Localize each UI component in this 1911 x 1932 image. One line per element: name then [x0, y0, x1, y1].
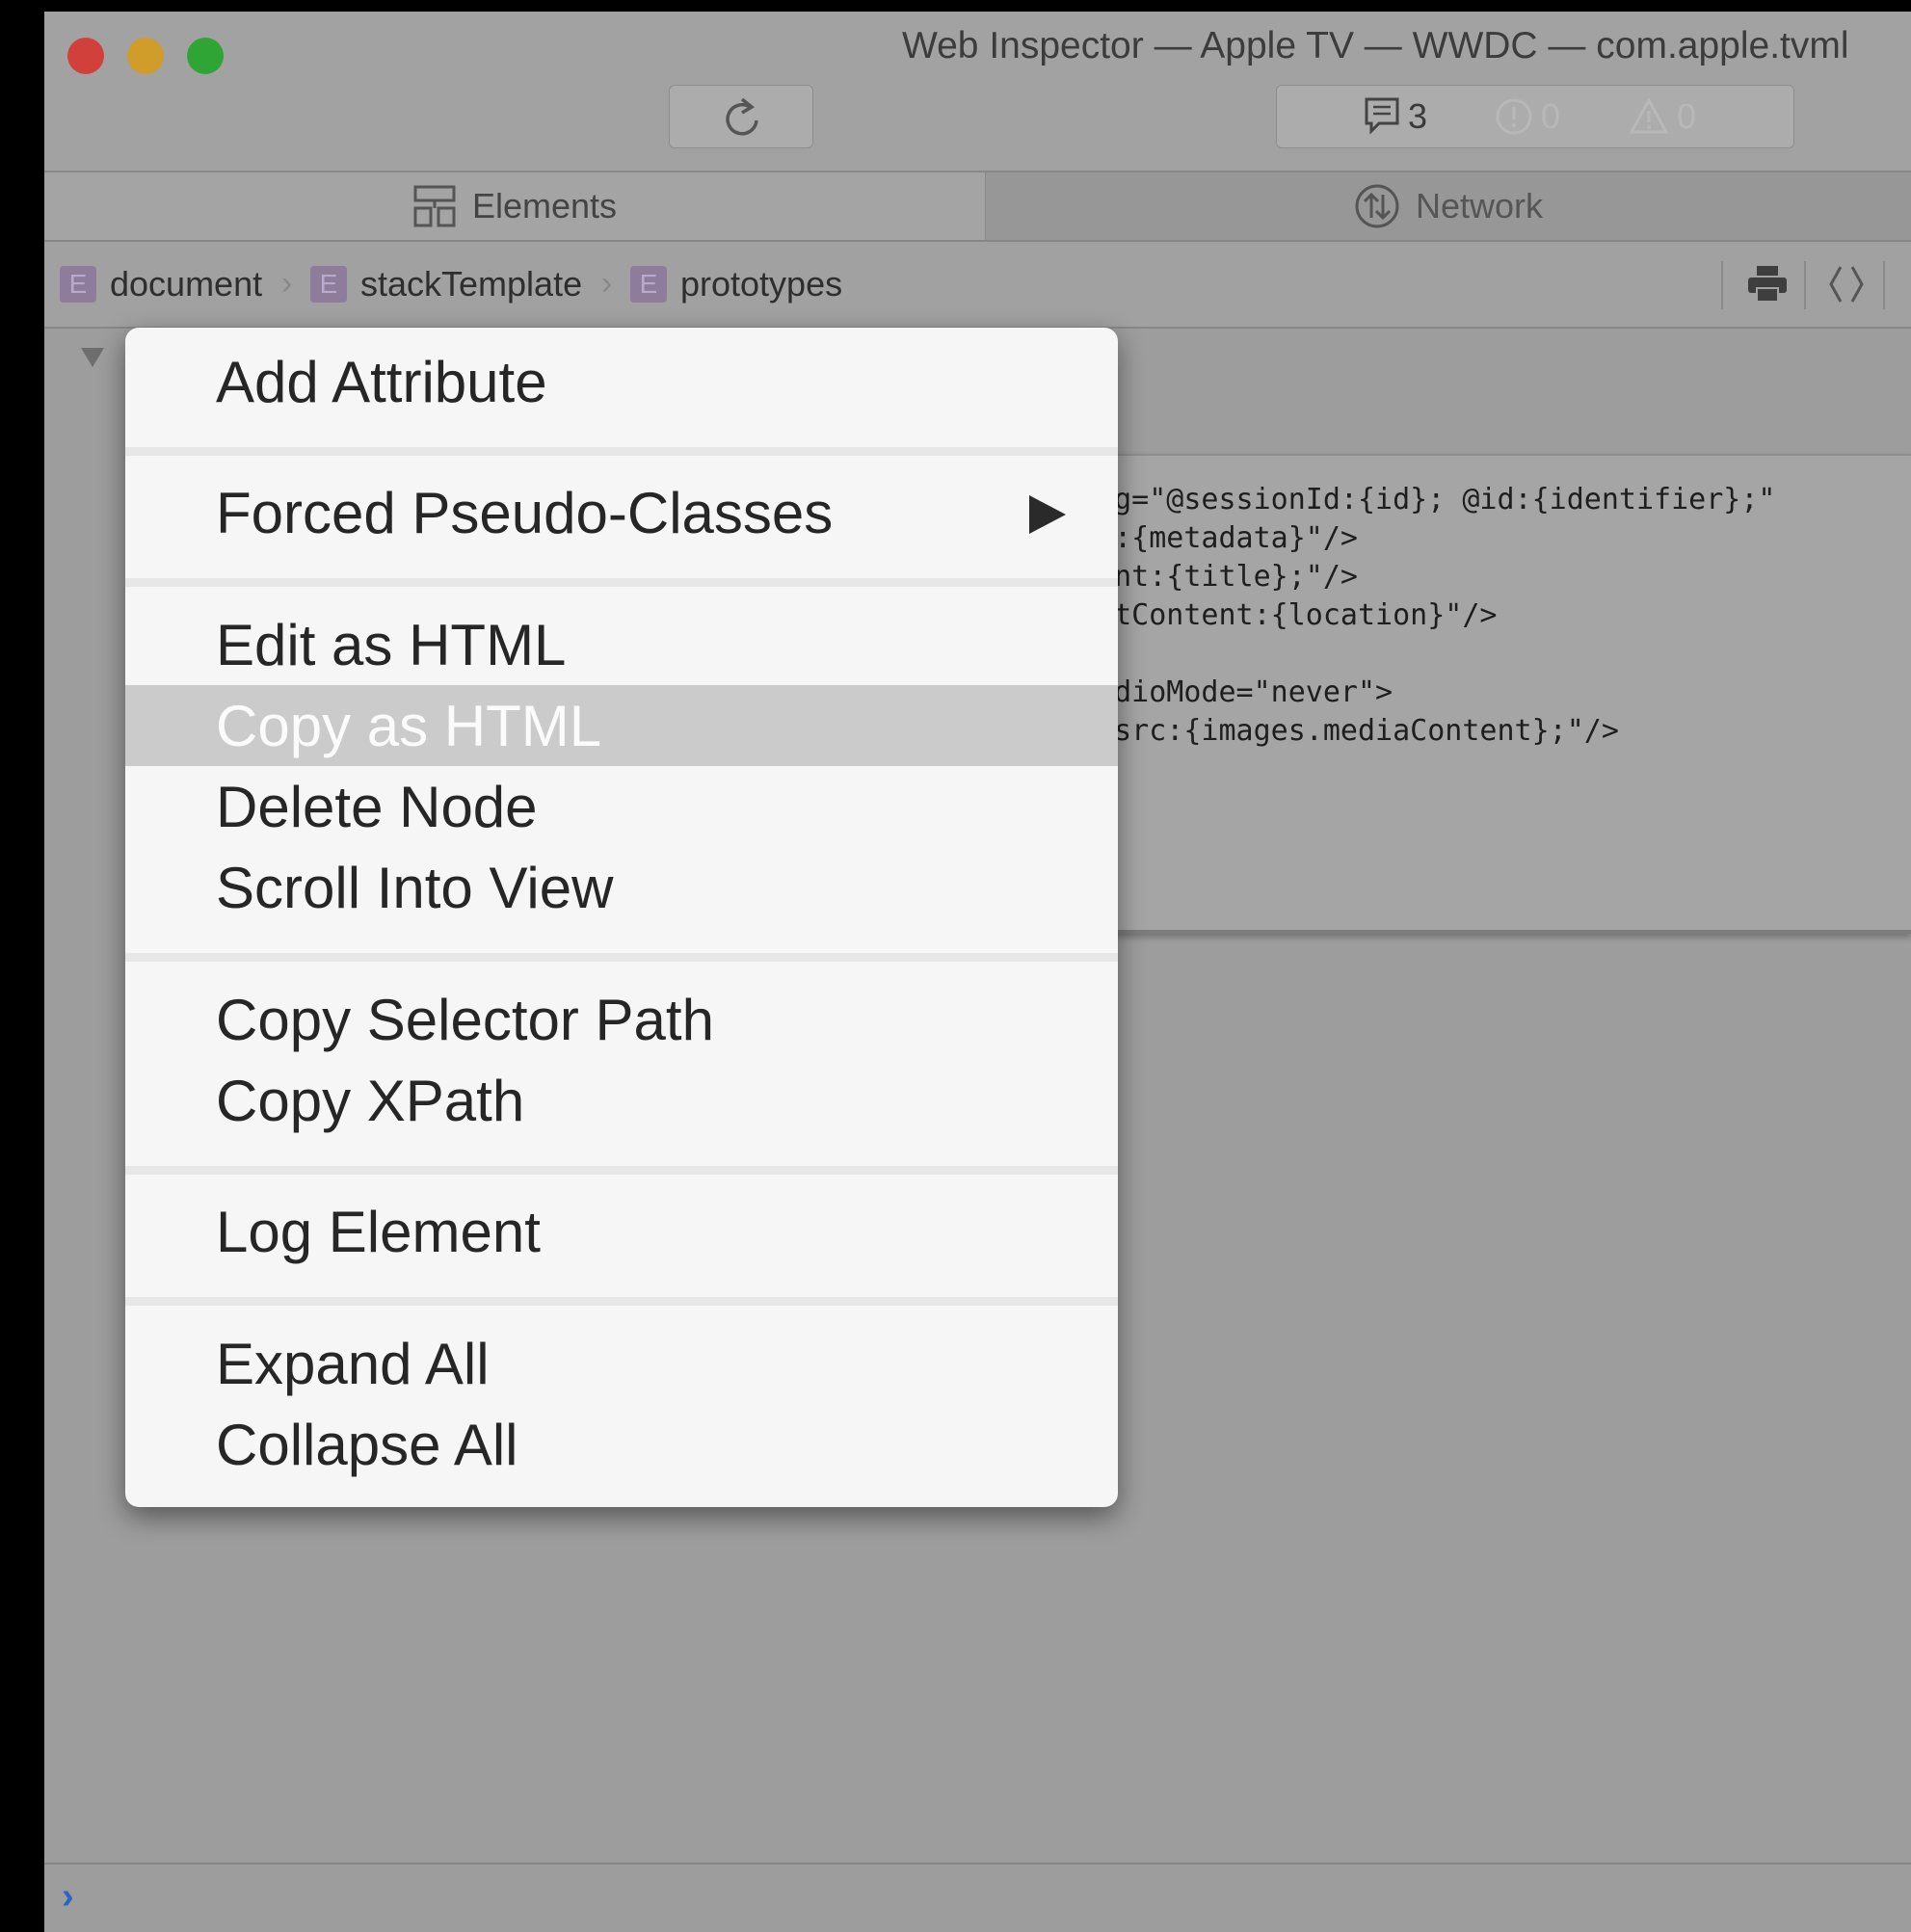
- tab-elements[interactable]: Elements: [44, 172, 986, 240]
- dom-source-panel: ing="@sessionId:{id}; @id:{identifier};"…: [1066, 454, 1911, 934]
- tab-network[interactable]: Network: [986, 172, 1911, 240]
- breadcrumb-separator-icon: ›: [601, 265, 613, 302]
- network-icon: [1355, 184, 1399, 228]
- reload-button[interactable]: [669, 85, 813, 148]
- breadcrumb-label: document: [110, 264, 263, 304]
- breadcrumb-item-stacktemplate[interactable]: E stackTemplate: [310, 263, 582, 305]
- messages-indicator[interactable]: 3: [1364, 93, 1427, 140]
- errors-indicator[interactable]: 0: [1495, 93, 1560, 140]
- menu-separator: [125, 953, 1118, 962]
- breadcrumb-label: prototypes: [680, 264, 843, 304]
- menu-item-forced-pseudo-classes[interactable]: Forced Pseudo-Classes: [125, 472, 1118, 553]
- toolbar-divider: [1804, 261, 1806, 309]
- menu-separator: [125, 1297, 1118, 1306]
- element-badge-icon: E: [630, 266, 667, 303]
- tab-elements-label: Elements: [471, 186, 618, 225]
- window-title: Web Inspector — Apple TV — WWDC — com.ap…: [902, 25, 1849, 66]
- menu-item-label: Forced Pseudo-Classes: [216, 480, 834, 545]
- menu-item-add-attribute[interactable]: Add Attribute: [125, 341, 1118, 422]
- menu-item-delete-node[interactable]: Delete Node: [125, 766, 1118, 847]
- warning-icon: [1629, 97, 1669, 134]
- close-window-button[interactable]: [67, 38, 104, 74]
- menu-item-edit-as-html[interactable]: Edit as HTML: [125, 604, 1118, 685]
- console-status-indicators: 3 0 0: [1276, 85, 1794, 148]
- code-line: "@src:{images.mediaContent};"/>: [1079, 714, 1619, 748]
- code-line: extContent:{location}"/>: [1079, 598, 1498, 632]
- toolbar-divider: [1721, 261, 1723, 309]
- console-prompt-bar[interactable]: ›: [44, 1863, 1911, 1932]
- tab-network-label: Network: [1415, 186, 1544, 225]
- minimize-window-button[interactable]: [127, 38, 164, 74]
- warnings-indicator[interactable]: 0: [1629, 93, 1696, 140]
- breadcrumb-separator-icon: ›: [281, 265, 293, 302]
- code-line: nt:{metadata}"/>: [1079, 521, 1358, 555]
- title-bar: Web Inspector — Apple TV — WWDC — com.ap…: [44, 12, 1911, 172]
- submenu-arrow-icon: [1029, 495, 1066, 534]
- menu-item-copy-xpath[interactable]: Copy XPath: [125, 1060, 1118, 1141]
- maximize-window-button[interactable]: [187, 38, 224, 74]
- menu-item-expand-all[interactable]: Expand All: [125, 1323, 1118, 1404]
- reload-icon: [726, 97, 758, 136]
- context-menu: Add Attribute Forced Pseudo-Classes Edit…: [125, 328, 1118, 1507]
- toolbar-divider: [1883, 261, 1885, 309]
- code-line: tent:{title};"/>: [1079, 560, 1358, 594]
- element-badge-icon: E: [60, 266, 96, 303]
- print-icon: [1748, 266, 1787, 303]
- menu-item-scroll-into-view[interactable]: Scroll Into View: [125, 847, 1118, 928]
- menu-item-copy-selector-path[interactable]: Copy Selector Path: [125, 979, 1118, 1060]
- error-icon: [1496, 98, 1532, 135]
- menu-item-collapse-all[interactable]: Collapse All: [125, 1404, 1118, 1485]
- source-code-button[interactable]: [1818, 259, 1875, 309]
- menu-item-log-element[interactable]: Log Element: [125, 1191, 1118, 1272]
- breadcrumb: E document › E stackTemplate › E prototy…: [44, 242, 1911, 329]
- console-prompt-icon: ›: [62, 1876, 74, 1917]
- breadcrumb-item-document[interactable]: E document: [60, 263, 262, 305]
- menu-separator: [125, 1166, 1118, 1175]
- tab-bar: Elements Network: [44, 172, 1911, 242]
- menu-item-copy-as-html[interactable]: Copy as HTML: [125, 685, 1118, 766]
- warnings-count: 0: [1677, 96, 1697, 136]
- errors-count: 0: [1541, 96, 1561, 136]
- braces-icon: [1829, 266, 1864, 303]
- disclosure-triangle-icon[interactable]: [81, 348, 104, 367]
- code-line: ing="@sessionId:{id}; @id:{identifier};": [1079, 483, 1776, 516]
- element-badge-icon: E: [310, 266, 347, 303]
- breadcrumb-item-prototypes[interactable]: E prototypes: [630, 263, 842, 305]
- elements-icon: [413, 185, 456, 227]
- print-button[interactable]: [1738, 259, 1796, 309]
- message-icon: [1365, 97, 1399, 135]
- code-line: audioMode="never">: [1079, 675, 1393, 709]
- messages-count: 3: [1408, 96, 1428, 136]
- menu-separator: [125, 578, 1118, 587]
- breadcrumb-label: stackTemplate: [360, 264, 583, 304]
- menu-separator: [125, 447, 1118, 456]
